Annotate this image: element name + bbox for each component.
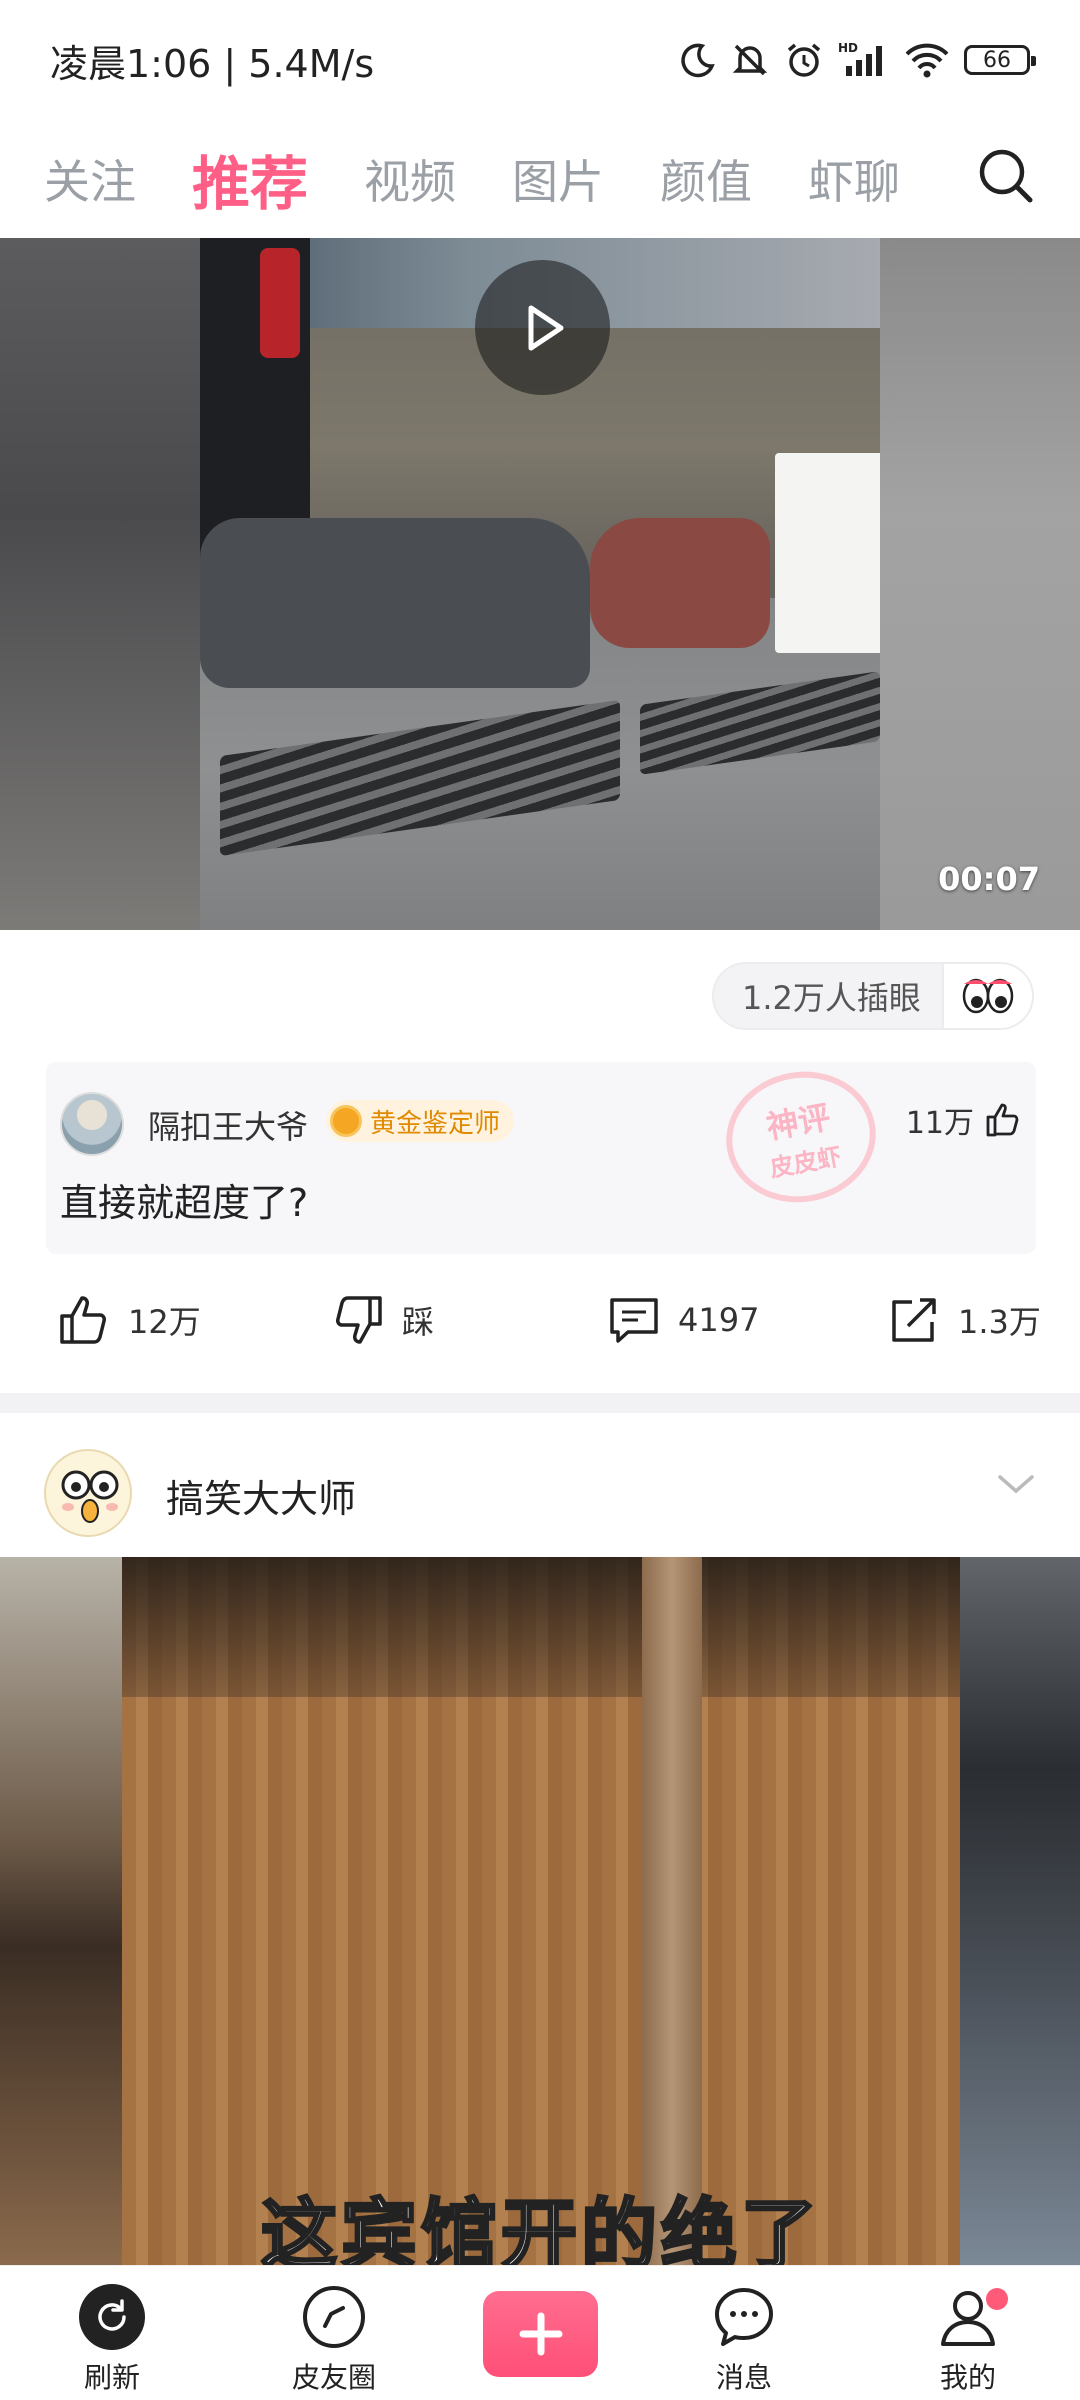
- comment-icon: [610, 1298, 658, 1343]
- status-icons: HD 66: [676, 40, 1036, 80]
- feed-separator: [0, 1393, 1080, 1413]
- video-frame: 这宾馆开的绝了: [122, 1557, 960, 2265]
- post-header: 搞笑大大师: [0, 1413, 1080, 1557]
- insert-eye-count: 1.2万人插眼: [742, 979, 921, 1017]
- video-blur-left: [0, 1557, 122, 2265]
- nav-circle[interactable]: 皮友圈: [264, 2284, 404, 2396]
- chat-bubble-icon: [715, 2288, 773, 2346]
- dislike-label: 踩: [402, 1303, 435, 1341]
- share-button[interactable]: 1.3万: [886, 1292, 1041, 1348]
- avatar[interactable]: [60, 1092, 124, 1156]
- comment-count: 4197: [678, 1301, 760, 1339]
- battery-level: 66: [983, 47, 1011, 73]
- bell-muted-icon: [732, 44, 768, 76]
- chevron-down-icon[interactable]: [996, 1473, 1036, 1497]
- comment-button[interactable]: 4197: [606, 1292, 759, 1348]
- play-button[interactable]: [475, 260, 610, 395]
- nav-label: 刷新: [83, 2361, 140, 2394]
- video-blur-left: [0, 238, 200, 930]
- moon-icon: [681, 43, 715, 78]
- god-comment[interactable]: 隔扣王大爷 黄金鉴定师 神评 皮皮虾 11万 直接就超度了?: [46, 1059, 1036, 1254]
- comment-like-button[interactable]: 11万: [906, 1098, 1020, 1142]
- tab-recommend[interactable]: 推荐: [192, 137, 308, 221]
- video-blur-right: [880, 238, 1080, 930]
- comment-text: 直接就超度了?: [60, 1181, 309, 1225]
- signal-icon: HD: [838, 41, 882, 76]
- compass-icon: [303, 2286, 365, 2348]
- bottom-nav: 刷新 皮友圈 消息 我的: [0, 2265, 1080, 2400]
- commenter-name[interactable]: 隔扣王大爷: [148, 1102, 308, 1148]
- nav-profile[interactable]: 我的: [898, 2284, 1038, 2396]
- plus-icon: [519, 2312, 562, 2356]
- post-action-bar: 12万 踩 4197 1.3万: [0, 1282, 1080, 1372]
- nav-messages[interactable]: 消息: [674, 2284, 814, 2396]
- tab-follow[interactable]: 关注: [44, 146, 136, 212]
- thumbs-up-icon: [986, 1103, 1019, 1137]
- thumbs-up-icon: [60, 1296, 106, 1344]
- nav-label: 皮友圈: [291, 2361, 376, 2394]
- god-comment-stamp: 神评 皮皮虾: [715, 1059, 887, 1215]
- video-duration: 00:07: [938, 860, 1040, 898]
- video-subtitle: 这宾馆开的绝了: [260, 2189, 821, 2266]
- notification-dot: [986, 2288, 1008, 2310]
- nav-label: 我的: [939, 2361, 996, 2394]
- share-icon: [892, 1298, 936, 1342]
- insert-eye-pill[interactable]: 1.2万人插眼: [712, 962, 1034, 1030]
- svg-text:HD: HD: [838, 41, 858, 55]
- like-button[interactable]: 12万: [56, 1292, 201, 1348]
- share-count: 1.3万: [958, 1303, 1041, 1341]
- nav-label: 消息: [715, 2361, 772, 2394]
- wifi-icon: [905, 43, 949, 78]
- tab-looks[interactable]: 颜值: [660, 146, 752, 212]
- dislike-button[interactable]: 踩: [330, 1292, 434, 1348]
- author-name[interactable]: 搞笑大大师: [166, 1468, 356, 1523]
- video-player-1[interactable]: 00:07: [0, 238, 1080, 930]
- thumbs-down-icon: [336, 1296, 382, 1344]
- nav-refresh[interactable]: 刷新: [42, 2284, 182, 2396]
- top-tabs: 关注 推荐 视频 图片 颜值 虾聊: [0, 120, 1080, 238]
- eyes-icon[interactable]: [942, 964, 1032, 1028]
- add-post-button[interactable]: [483, 2291, 598, 2377]
- play-icon: [528, 305, 563, 350]
- video-player-2[interactable]: 这宾馆开的绝了: [0, 1557, 1080, 2265]
- video-blur-right: [960, 1557, 1080, 2265]
- medal-icon: [330, 1105, 362, 1137]
- search-icon[interactable]: [976, 146, 1036, 206]
- status-bar: 凌晨1:06 | 5.4M/s HD 66: [0, 0, 1080, 120]
- status-time-speed: 凌晨1:06 | 5.4M/s: [50, 41, 375, 86]
- battery-icon: 66: [964, 45, 1036, 75]
- avatar[interactable]: [44, 1449, 132, 1537]
- badge-label: 黄金鉴定师: [370, 1108, 501, 1139]
- tab-chat[interactable]: 虾聊: [808, 146, 900, 212]
- user-badge: 黄金鉴定师: [326, 1100, 515, 1142]
- tab-video[interactable]: 视频: [364, 146, 456, 212]
- refresh-icon: [79, 2284, 145, 2350]
- alarm-icon: [787, 43, 821, 77]
- comment-like-count: 11万: [905, 1106, 974, 1141]
- like-count: 12万: [128, 1303, 201, 1341]
- tab-picture[interactable]: 图片: [512, 146, 604, 212]
